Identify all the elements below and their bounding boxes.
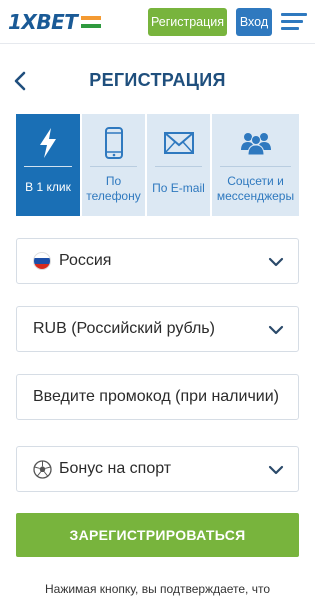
country-value: Россия (59, 252, 112, 269)
promo-code-input[interactable]: Введите промокод (при наличии) (16, 374, 299, 420)
tab-divider (24, 166, 72, 167)
register-button[interactable]: Регистрация (148, 8, 227, 36)
tab-one-click[interactable]: В 1 клик (16, 114, 80, 216)
tab-social-messengers[interactable]: Соцсети и мессенджеры (212, 114, 299, 216)
russia-flag-icon (33, 252, 51, 270)
registration-tabs: В 1 клик По телефону По E-mail Соцсети и… (16, 114, 299, 216)
tab-divider (220, 166, 291, 167)
chevron-down-icon (268, 255, 284, 267)
lightning-icon (16, 126, 80, 160)
tab-by-phone[interactable]: По телефону (82, 114, 145, 216)
chevron-down-icon (268, 323, 284, 335)
tab-label: В 1 клик (25, 180, 71, 194)
tab-divider (155, 166, 202, 167)
top-bar: 1XBET Регистрация Вход (0, 0, 315, 44)
people-icon (212, 126, 299, 160)
tab-label: По телефону (86, 174, 141, 203)
india-flag-icon (81, 15, 102, 29)
envelope-icon (147, 126, 210, 160)
tab-by-email[interactable]: По E-mail (147, 114, 210, 216)
bonus-value: Бонус на спорт (59, 460, 172, 477)
currency-value: RUB (Российский рубль) (33, 320, 215, 337)
terms-note: Нажимая кнопку, вы подтверждаете, что (44, 582, 271, 596)
register-submit-button[interactable]: ЗАРЕГИСТРИРОВАТЬСЯ (16, 513, 299, 557)
tab-divider (90, 166, 137, 167)
tab-label: Соцсети и мессенджеры (216, 174, 295, 203)
country-select[interactable]: Россия (16, 238, 299, 284)
logo-text: 1XBET (8, 10, 78, 34)
phone-icon (82, 126, 145, 160)
bonus-select[interactable]: Бонус на спорт (16, 446, 299, 492)
logo[interactable]: 1XBET (8, 10, 102, 34)
tab-label: По E-mail (152, 181, 205, 195)
promo-code-placeholder: Введите промокод (при наличии) (33, 388, 279, 405)
currency-select[interactable]: RUB (Российский рубль) (16, 306, 299, 352)
hamburger-menu-icon[interactable] (281, 12, 307, 32)
chevron-down-icon (268, 463, 284, 475)
soccer-ball-icon (33, 460, 52, 479)
page-title: РЕГИСТРАЦИЯ (89, 70, 226, 90)
login-button[interactable]: Вход (236, 8, 272, 36)
